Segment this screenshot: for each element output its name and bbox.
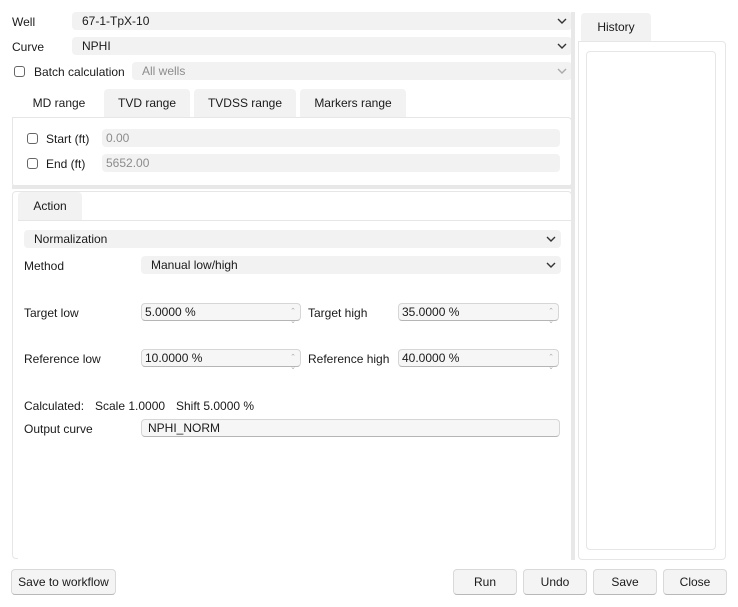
scale-value: Scale 1.0000 bbox=[95, 399, 166, 413]
batch-wells-select: All wells bbox=[132, 62, 572, 80]
spin-arrows-icon[interactable]: ⌃ ⌄ bbox=[548, 307, 554, 327]
range-panel bbox=[12, 117, 572, 187]
tab-markers-range[interactable]: Markers range bbox=[300, 89, 406, 117]
end-label: End (ft) bbox=[46, 157, 86, 171]
batch-wells-value: All wells bbox=[142, 64, 186, 78]
method-label: Method bbox=[24, 259, 65, 273]
output-curve-label: Output curve bbox=[24, 422, 93, 436]
tab-history[interactable]: History bbox=[581, 13, 651, 41]
output-curve-input[interactable]: NPHI_NORM bbox=[141, 419, 560, 437]
action-type-select[interactable]: Normalization bbox=[24, 230, 561, 248]
chevron-down-icon bbox=[557, 18, 567, 24]
chevron-down-icon bbox=[546, 236, 556, 242]
history-list[interactable] bbox=[586, 51, 716, 550]
spin-arrows-icon[interactable]: ⌃ ⌄ bbox=[548, 353, 554, 373]
undo-button[interactable]: Undo bbox=[523, 569, 587, 595]
curve-select[interactable]: NPHI bbox=[72, 37, 572, 55]
vertical-splitter[interactable] bbox=[571, 12, 575, 560]
target-high-spinbox[interactable]: 35.0000 % ⌃ ⌄ bbox=[398, 303, 559, 325]
chevron-down-icon bbox=[546, 262, 556, 268]
start-checkbox[interactable] bbox=[27, 133, 38, 144]
target-low-label: Target low bbox=[24, 306, 79, 320]
start-label: Start (ft) bbox=[46, 132, 90, 146]
spin-arrows-icon[interactable]: ⌃ ⌄ bbox=[290, 307, 296, 327]
start-input[interactable]: 0.00 bbox=[102, 129, 560, 147]
calculated-label: Calculated: bbox=[24, 399, 85, 413]
shift-value: Shift 5.0000 % bbox=[176, 399, 255, 413]
well-select[interactable]: 67-1-TpX-10 bbox=[72, 12, 572, 30]
well-label: Well bbox=[12, 15, 36, 29]
chevron-down-icon bbox=[557, 43, 567, 49]
curve-select-value: NPHI bbox=[82, 39, 111, 53]
curve-label: Curve bbox=[12, 40, 45, 54]
reference-low-label: Reference low bbox=[24, 352, 101, 366]
spin-arrows-icon[interactable]: ⌃ ⌄ bbox=[290, 353, 296, 373]
reference-low-spinbox[interactable]: 10.0000 % ⌃ ⌄ bbox=[141, 349, 301, 371]
end-input[interactable]: 5652.00 bbox=[102, 154, 560, 172]
save-button[interactable]: Save bbox=[593, 569, 657, 595]
target-high-label: Target high bbox=[308, 306, 368, 320]
tab-md-range[interactable]: MD range bbox=[18, 89, 100, 117]
batch-checkbox[interactable] bbox=[14, 66, 25, 77]
method-select[interactable]: Manual low/high bbox=[141, 256, 561, 274]
save-to-workflow-button[interactable]: Save to workflow bbox=[11, 569, 116, 595]
tab-tvdss-range[interactable]: TVDSS range bbox=[194, 89, 296, 117]
batch-label: Batch calculation bbox=[34, 65, 125, 79]
close-button[interactable]: Close bbox=[663, 569, 727, 595]
chevron-down-icon bbox=[557, 68, 567, 74]
tab-action[interactable]: Action bbox=[18, 192, 82, 220]
reference-high-spinbox[interactable]: 40.0000 % ⌃ ⌄ bbox=[398, 349, 559, 371]
splitter[interactable] bbox=[12, 185, 572, 189]
target-low-spinbox[interactable]: 5.0000 % ⌃ ⌄ bbox=[141, 303, 301, 325]
well-select-value: 67-1-TpX-10 bbox=[82, 14, 150, 28]
tab-tvd-range[interactable]: TVD range bbox=[104, 89, 190, 117]
end-checkbox[interactable] bbox=[27, 158, 38, 169]
run-button[interactable]: Run bbox=[453, 569, 517, 595]
reference-high-label: Reference high bbox=[308, 352, 390, 366]
